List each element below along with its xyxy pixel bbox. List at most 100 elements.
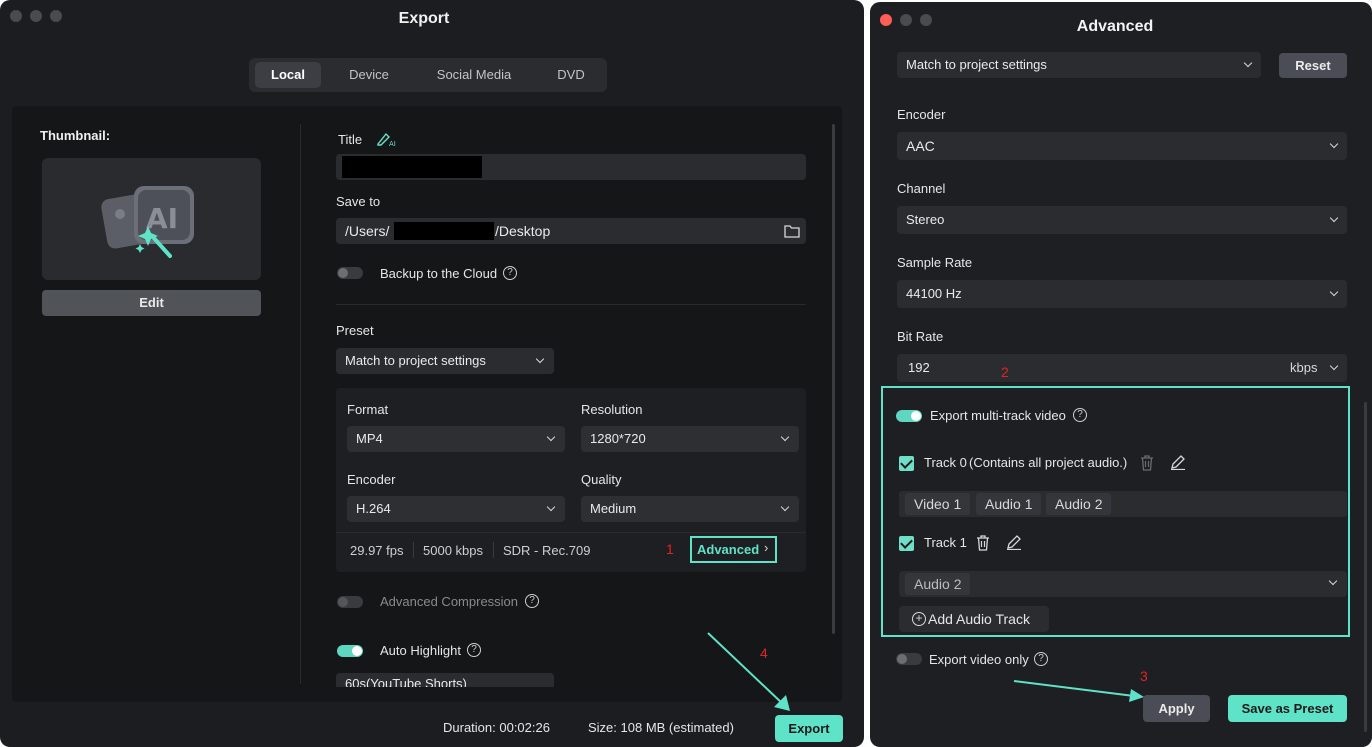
encoder-label: Encoder [347, 472, 396, 487]
audio-encoder-select[interactable]: AAC [897, 132, 1347, 160]
preset-label: Preset [336, 323, 374, 338]
redaction-bar [394, 222, 494, 240]
tab-device[interactable]: Device [333, 62, 405, 88]
channel-select[interactable]: Stereo [897, 206, 1347, 234]
preset-select[interactable]: Match to project settings [336, 348, 554, 374]
apply-button[interactable]: Apply [1143, 695, 1210, 722]
multitrack-label: Export multi-track video [930, 408, 1066, 423]
chevron-down-icon [780, 432, 790, 442]
auto-highlight-toggle[interactable] [337, 645, 363, 657]
advanced-window-title: Advanced [1076, 18, 1154, 35]
export-button[interactable]: Export [775, 715, 843, 742]
trash-icon[interactable] [1139, 454, 1155, 472]
chip-audio-1[interactable]: Audio 1 [976, 493, 1042, 515]
save-path-input[interactable]: /Users/ /Desktop [336, 218, 806, 244]
chevron-down-icon [1243, 58, 1253, 68]
quality-label: Quality [581, 472, 622, 487]
save-as-preset-button[interactable]: Save as Preset [1228, 695, 1347, 722]
advanced-button-label: Advanced [697, 542, 760, 557]
format-select[interactable]: MP4 [347, 426, 565, 452]
svg-text:AI: AI [389, 140, 396, 147]
ai-magic-image-icon: AI [101, 186, 194, 258]
redaction-bar [342, 156, 482, 178]
chevron-down-icon [535, 354, 545, 364]
tab-dvd[interactable]: DVD [541, 62, 601, 88]
bit-rate-label: Bit Rate [897, 329, 944, 344]
export-video-only-label: Export video only [929, 652, 1029, 667]
title-input[interactable] [336, 154, 806, 180]
edit-thumbnail-button[interactable]: Edit [42, 290, 261, 316]
multitrack-toggle[interactable] [896, 410, 922, 422]
duration-text: Duration: 00:02:26 [443, 720, 550, 735]
channel-label: Channel [897, 181, 946, 196]
size-text: Size: 108 MB (estimated) [588, 720, 734, 735]
folder-icon[interactable] [784, 224, 800, 238]
highlight-duration-value: 60s(YouTube Shorts) [345, 676, 467, 687]
tab-social-media[interactable]: Social Media [419, 62, 529, 88]
chevron-down-icon [1329, 139, 1339, 149]
trash-icon[interactable] [975, 534, 991, 552]
export-window: Export Local Device Social Media DVD Thu… [0, 0, 864, 747]
scrollbar[interactable] [832, 124, 835, 634]
sample-rate-label: Sample Rate [897, 255, 973, 270]
add-audio-track-label: Add Audio Track [928, 611, 1030, 627]
sample-rate-select[interactable]: 44100 Hz [897, 280, 1347, 308]
highlight-duration-select[interactable]: 60s(YouTube Shorts) [336, 673, 554, 687]
audio-encoder-label: Encoder [897, 107, 946, 122]
export-window-title: Export [398, 10, 450, 27]
chip-audio-2[interactable]: Audio 2 [905, 573, 971, 595]
track1-source-select[interactable]: Audio 2 [899, 571, 1347, 597]
export-video-only-toggle[interactable] [896, 653, 922, 665]
reset-button[interactable]: Reset [1279, 53, 1347, 78]
chevron-down-icon [1328, 576, 1338, 586]
track0-note: (Contains all project audio.) [969, 455, 1128, 470]
bit-rate-input[interactable]: 192 kbps [897, 354, 1347, 382]
divider [336, 532, 806, 533]
scrollbar[interactable] [1364, 402, 1367, 732]
chip-video-1[interactable]: Video 1 [905, 493, 971, 515]
track1-checkbox[interactable] [899, 536, 914, 551]
chip-audio-2[interactable]: Audio 2 [1046, 493, 1112, 515]
auto-highlight-label: Auto Highlight [380, 643, 461, 658]
bitrate-value: 5000 kbps [423, 543, 483, 558]
help-icon[interactable]: ? [467, 643, 481, 657]
advanced-compression-toggle[interactable] [337, 596, 363, 608]
advanced-window: Advanced Match to project settings Reset… [870, 2, 1372, 747]
advanced-preset-select[interactable]: Match to project settings [897, 52, 1261, 78]
chevron-down-icon [546, 502, 556, 512]
tab-local[interactable]: Local [255, 62, 321, 88]
divider [413, 542, 414, 558]
help-icon[interactable]: ? [503, 266, 517, 280]
advanced-button[interactable]: Advanced › [690, 536, 777, 563]
add-audio-track-button[interactable]: + Add Audio Track [899, 606, 1049, 632]
track1-name: Track 1 [924, 535, 967, 550]
resolution-select[interactable]: 1280*720 [581, 426, 799, 452]
divider [336, 304, 806, 305]
track0-checkbox[interactable] [899, 456, 914, 471]
format-settings-box: Format MP4 Resolution 1280*720 Encoder H… [336, 388, 806, 572]
thumbnail-label: Thumbnail: [40, 128, 111, 143]
thumbnail-preview[interactable]: AI [42, 158, 261, 280]
divider [493, 542, 494, 558]
advanced-compression-label: Advanced Compression [380, 594, 519, 609]
pencil-icon[interactable] [1170, 454, 1186, 470]
chevron-down-icon [1329, 361, 1339, 371]
title-label: Title [338, 132, 363, 147]
help-icon[interactable]: ? [525, 594, 539, 608]
encoder-select[interactable]: H.264 [347, 496, 565, 522]
ai-title-icon[interactable]: AI [376, 131, 398, 147]
fps-value: 29.97 fps [350, 543, 404, 558]
backup-cloud-toggle[interactable] [337, 267, 363, 279]
quality-select[interactable]: Medium [581, 496, 799, 522]
color-space-value: SDR - Rec.709 [503, 543, 591, 558]
svg-text:AI: AI [146, 202, 178, 235]
pencil-icon[interactable] [1006, 534, 1022, 550]
chevron-down-icon [780, 502, 790, 512]
annotation-number-2: 2 [1001, 364, 1009, 380]
chevron-down-icon [1329, 213, 1339, 223]
chevron-down-icon [546, 432, 556, 442]
help-icon[interactable]: ? [1034, 652, 1048, 666]
multitrack-highlight-box: Export multi-track video ? Track 0 (Cont… [881, 386, 1350, 637]
backup-cloud-label: Backup to the Cloud [380, 266, 498, 281]
help-icon[interactable]: ? [1073, 408, 1087, 422]
